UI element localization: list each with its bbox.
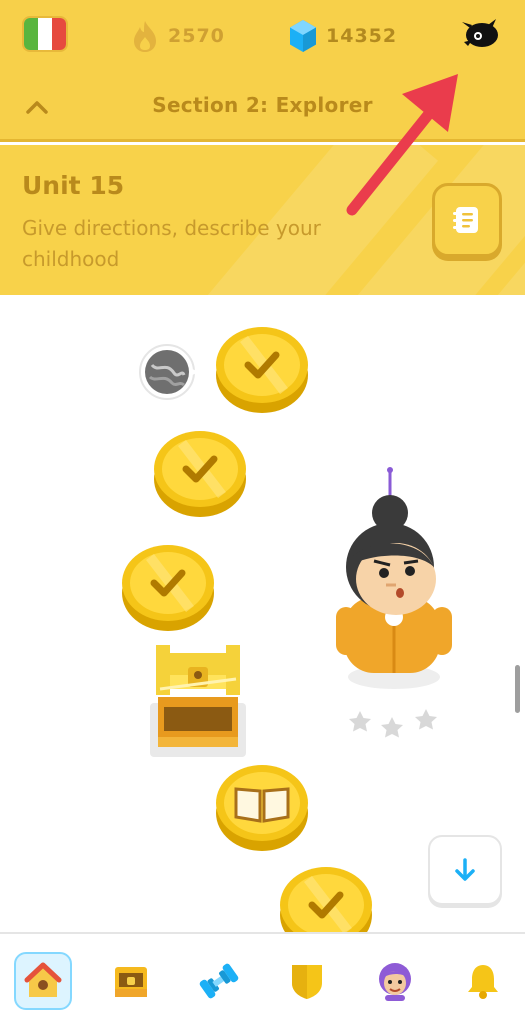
italian-flag-icon[interactable] [22,16,68,52]
nav-profile[interactable] [366,952,424,1010]
bottom-navigation [0,932,525,1024]
nav-learn[interactable] [14,952,72,1010]
flame-icon [134,21,156,52]
scroll-down-button[interactable] [428,835,502,905]
bell-icon [468,965,498,999]
profile-avatar-icon[interactable] [458,16,502,52]
unit-description: Give directions, describe your childhood [22,216,321,271]
completed-lesson-node[interactable] [120,543,216,633]
gems-count: 14352 [326,25,398,47]
completed-lesson-node[interactable] [152,429,248,519]
arrow-down-icon [455,858,475,881]
completed-lesson-node[interactable] [214,325,310,415]
annotation-arrow-icon [346,74,458,216]
gem-icon [290,20,316,52]
nav-chest[interactable] [102,952,160,1010]
shield-icon [292,965,322,999]
streak-counter[interactable]: 2570 [130,18,225,54]
nav-notifications[interactable] [454,952,512,1010]
treasure-chest-node[interactable] [150,645,246,761]
friend-avatar-bubble[interactable] [138,343,200,401]
scrollbar-thumb[interactable] [515,665,520,713]
streak-count: 2570 [168,25,225,47]
character-avatar-icon [379,963,411,1001]
nav-practice[interactable] [190,952,248,1010]
story-lesson-node[interactable] [214,763,310,853]
lesson-path [0,295,525,953]
treasure-chest-icon [115,967,147,997]
character-stars [349,709,437,738]
home-icon [24,962,62,997]
nav-leagues[interactable] [278,952,336,1010]
unit-title: Unit 15 [22,171,125,200]
gems-counter[interactable]: 14352 [288,18,397,54]
duo-character-grandma[interactable] [330,467,460,697]
dumbbell-icon [199,963,239,999]
